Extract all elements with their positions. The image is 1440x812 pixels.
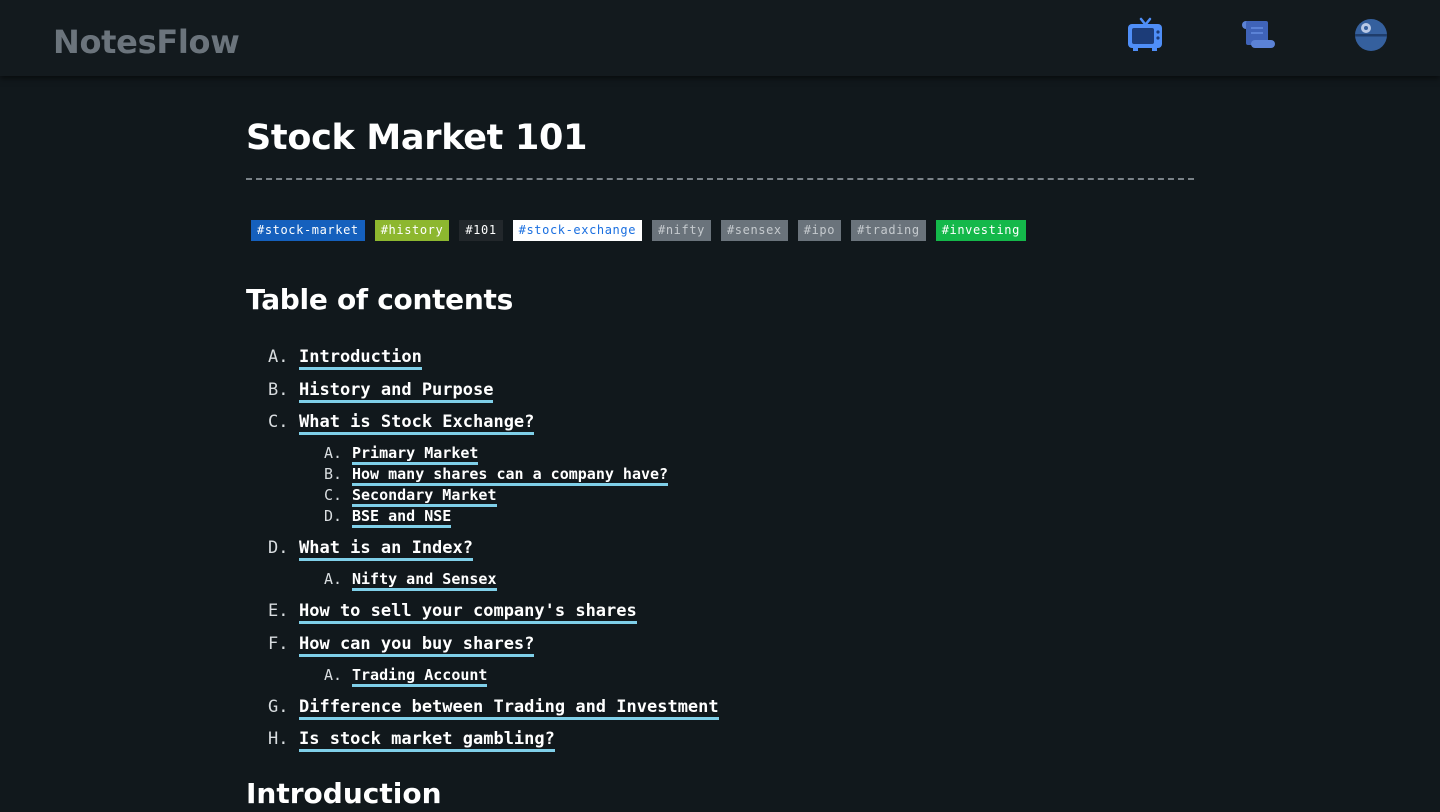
brand-logo[interactable]: NotesFlow <box>53 22 240 62</box>
tag-badge[interactable]: #stock-exchange <box>512 220 643 241</box>
toc-subitem-marker: B. <box>324 465 343 483</box>
toc-sublink[interactable]: How many shares can a company have? <box>352 465 669 486</box>
toc-item-marker: F. <box>268 633 289 654</box>
toc-subitem-marker: D. <box>324 507 343 525</box>
tag-badge[interactable]: #history <box>374 220 450 241</box>
toc-item-marker: B. <box>268 379 289 400</box>
toc-subitem-marker: C. <box>324 486 343 504</box>
toc-item-marker: H. <box>268 729 289 749</box>
tv-icon[interactable] <box>1126 16 1164 54</box>
tag-badge[interactable]: #sensex <box>720 220 788 241</box>
tag-badge[interactable]: #stock-market <box>251 220 365 241</box>
toc-link[interactable]: How to sell your company's shares <box>299 601 637 624</box>
death-star-icon[interactable] <box>1352 16 1390 54</box>
toc-heading: Table of contents <box>246 283 513 316</box>
toc-link[interactable]: How can you buy shares? <box>299 634 535 657</box>
section-heading-introduction: Introduction <box>246 777 442 810</box>
top-navigation-bar: NotesFlow <box>0 0 1440 76</box>
toc-item-marker: A. <box>268 347 289 367</box>
tag-badge[interactable]: #ipo <box>797 220 842 241</box>
toc-link[interactable]: History and Purpose <box>299 380 494 403</box>
toc-link[interactable]: What is Stock Exchange? <box>299 412 535 435</box>
toc-sublink[interactable]: Nifty and Sensex <box>352 570 497 591</box>
toc-item-marker: C. <box>268 412 289 432</box>
toc-sublink[interactable]: BSE and NSE <box>352 507 452 528</box>
toc-sublink[interactable]: Trading Account <box>352 666 488 687</box>
toc-subitem-marker: A. <box>324 444 343 462</box>
toc-link[interactable]: Difference between Trading and Investmen… <box>299 697 719 720</box>
page-title: Stock Market 101 <box>246 118 588 158</box>
toc-link[interactable]: What is an Index? <box>299 538 473 561</box>
toc-link[interactable]: Is stock market gambling? <box>299 729 555 752</box>
toc-subitem-marker: A. <box>324 570 343 588</box>
toc-item-marker: D. <box>268 538 289 558</box>
toc-link[interactable]: Introduction <box>299 347 422 370</box>
toc-item-marker: G. <box>268 696 289 717</box>
tag-badge[interactable]: #101 <box>459 220 503 241</box>
tag-badge[interactable]: #nifty <box>652 220 711 241</box>
title-divider <box>246 178 1194 180</box>
toc-sublink[interactable]: Secondary Market <box>352 486 497 507</box>
scroll-icon[interactable] <box>1239 16 1277 54</box>
tag-badge[interactable]: #investing <box>935 220 1026 241</box>
toc-subitem-marker: A. <box>324 665 343 684</box>
toc-sublink[interactable]: Primary Market <box>352 444 479 465</box>
toc-item-marker: E. <box>268 601 289 621</box>
tag-list: #stock-market #history #101 #stock-exchange… <box>251 220 1026 241</box>
tag-badge[interactable]: #trading <box>851 220 926 241</box>
